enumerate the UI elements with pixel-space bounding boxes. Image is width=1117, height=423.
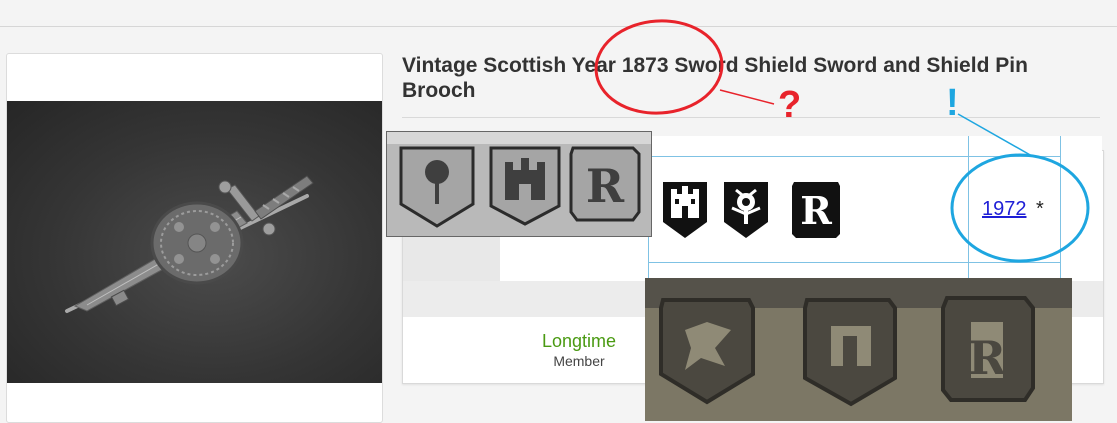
red-leader-line: [719, 89, 775, 105]
blue-circle-annotation: [950, 153, 1090, 263]
red-circle-annotation: [594, 19, 724, 115]
blue-leader-line: [957, 113, 1033, 157]
question-mark-annotation: ?: [778, 84, 802, 126]
exclamation-mark-annotation: !: [946, 82, 959, 124]
annotation-layer: [594, 19, 1090, 263]
